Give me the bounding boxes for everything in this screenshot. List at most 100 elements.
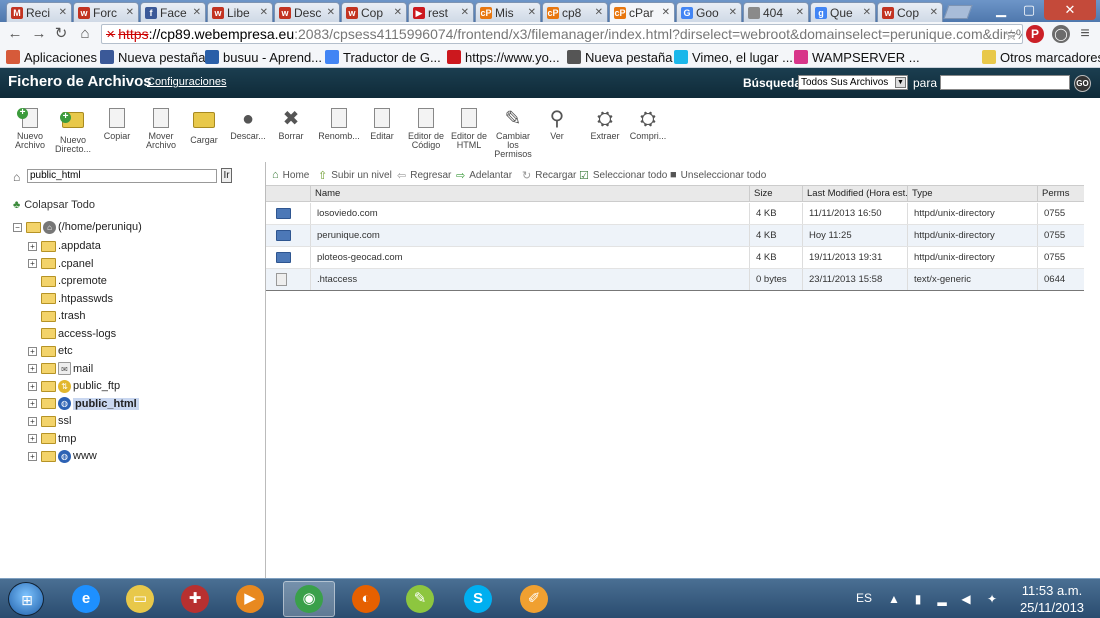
browser-tab[interactable]: cP cp8 ✕ <box>542 2 608 22</box>
toolbar-copy-button[interactable]: Copiar <box>94 108 140 141</box>
toolbar-delete-button[interactable]: ✖ Borrar <box>268 108 314 141</box>
clock-date[interactable]: 25/11/2013 <box>1012 600 1092 615</box>
collapse-all-link[interactable]: ♣ Colapsar Todo <box>13 199 95 211</box>
expand-toggle-icon[interactable]: + <box>28 241 37 251</box>
close-icon[interactable]: ✕ <box>394 7 402 18</box>
tree-node-public-html[interactable]: + ◍ public_html <box>28 396 139 412</box>
security-shield-icon[interactable]: ✦ <box>984 591 1000 607</box>
expand-toggle-icon[interactable]: + <box>28 451 37 461</box>
close-icon[interactable]: ✕ <box>662 7 670 18</box>
expand-toggle-icon[interactable]: + <box>28 381 37 391</box>
show-hidden-icons-icon[interactable]: ▲ <box>886 591 902 607</box>
expand-toggle-icon[interactable]: + <box>28 346 37 356</box>
back-nav-link[interactable]: ⇦ Regresar <box>397 169 451 182</box>
bookmark-item[interactable]: https://www.yo... <box>447 48 560 66</box>
minimize-button[interactable]: ▁ <box>988 0 1014 20</box>
tree-node-ssl[interactable]: + ssl <box>28 413 71 429</box>
expand-toggle-icon[interactable]: + <box>28 364 37 373</box>
browser-tab[interactable]: w Cop ✕ <box>877 2 943 22</box>
browser-tab[interactable]: w Forc ✕ <box>73 2 139 22</box>
taskbar-app[interactable]: ✚ <box>169 581 221 617</box>
new-tab-button[interactable] <box>943 5 973 19</box>
close-icon[interactable]: ✕ <box>59 7 67 18</box>
window-close-button[interactable]: ✕ <box>1044 0 1096 20</box>
bookmark-item[interactable]: Traductor de G... <box>325 48 441 66</box>
browser-tab[interactable]: M Reci ✕ <box>6 2 72 22</box>
close-icon[interactable]: ✕ <box>260 7 268 18</box>
taskbar-app[interactable]: ▶ <box>224 581 276 617</box>
volume-icon[interactable]: ◀ <box>958 591 974 607</box>
column-header-type[interactable]: Type <box>907 186 1037 201</box>
bookmark-item[interactable]: Otros marcadores <box>982 48 1100 66</box>
extension-icon[interactable]: ◯ <box>1052 25 1070 43</box>
column-header-name[interactable]: Name <box>310 186 749 201</box>
address-bar[interactable]: ✕ https ://cp89.webempresa.eu :2083/cpse… <box>101 24 1023 44</box>
table-row[interactable]: perunique.com 4 KB Hoy 11:25 httpd/unix-dir… <box>266 225 1084 247</box>
expand-toggle-icon[interactable]: + <box>28 416 37 426</box>
browser-tab[interactable]: g Que ✕ <box>810 2 876 22</box>
toolbar-html-editor-button[interactable]: Editor de HTML <box>446 108 492 150</box>
taskbar-app[interactable]: e <box>60 581 112 617</box>
toolbar-download-button[interactable]: ● Descar... <box>225 108 271 141</box>
tree-node-tmp[interactable]: + tmp <box>28 431 76 447</box>
search-go-button[interactable]: GO <box>1074 75 1091 92</box>
close-icon[interactable]: ✕ <box>930 7 938 18</box>
search-scope-select[interactable]: Todos Sus Archivos ▼ <box>798 75 908 90</box>
expand-toggle-icon[interactable]: + <box>28 434 37 443</box>
expand-toggle-icon[interactable]: + <box>28 259 37 268</box>
bookmark-star-icon[interactable]: ☆ <box>1005 26 1018 43</box>
close-icon[interactable]: ✕ <box>729 7 737 18</box>
forward-nav-link[interactable]: ⇨ Adelantar <box>456 169 512 182</box>
tree-node-dot-htpasswds[interactable]: .htpasswds <box>28 291 113 307</box>
menu-icon[interactable]: ≡ <box>1076 25 1094 43</box>
reload-nav-link[interactable]: ↻ Recargar <box>522 169 576 182</box>
taskbar-app[interactable]: ◐ <box>340 581 392 617</box>
close-icon[interactable]: ✕ <box>528 7 536 18</box>
toolbar-rename-button[interactable]: Renomb... <box>316 108 362 141</box>
tree-node-dot-cpanel[interactable]: + .cpanel <box>28 256 93 272</box>
toolbar-code-editor-button[interactable]: Editor de Código <box>403 108 449 150</box>
browser-tab[interactable]: f Face ✕ <box>140 2 206 22</box>
close-icon[interactable]: ✕ <box>595 7 603 18</box>
taskbar-app[interactable]: ✐ <box>508 581 560 617</box>
chevron-down-icon[interactable]: ▼ <box>895 77 906 88</box>
settings-link[interactable]: Configuraciones <box>147 76 227 88</box>
unselect-all-link[interactable]: ■ Unseleccionar todo <box>670 169 766 181</box>
table-row[interactable]: ploteos-geocad.com 4 KB 19/11/2013 19:31 ht… <box>266 247 1084 269</box>
close-icon[interactable]: ✕ <box>796 7 804 18</box>
expand-toggle-icon[interactable]: + <box>28 399 37 408</box>
tree-node-mail[interactable]: + ✉ mail <box>28 361 93 377</box>
browser-tab[interactable]: w Cop ✕ <box>341 2 407 22</box>
browser-tab[interactable]: cP cPar ✕ <box>609 2 675 22</box>
tree-node-etc[interactable]: + etc <box>28 343 73 359</box>
taskbar-app[interactable]: ▭ <box>114 581 166 617</box>
toolbar-view-button[interactable]: ⚲ Ver <box>534 108 580 141</box>
browser-tab[interactable]: 404 ✕ <box>743 2 809 22</box>
browser-tab[interactable]: w Desc ✕ <box>274 2 340 22</box>
select-all-link[interactable]: ☑ Seleccionar todo <box>579 169 667 182</box>
forward-arrow-icon[interactable]: → <box>30 26 48 42</box>
collapse-toggle-icon[interactable]: − <box>13 222 22 232</box>
path-input[interactable]: public_html <box>27 169 217 183</box>
column-header-size[interactable]: Size <box>749 186 802 201</box>
close-icon[interactable]: ✕ <box>193 7 201 18</box>
taskbar-app[interactable]: ◉ <box>283 581 335 617</box>
tree-node-access-logs[interactable]: access-logs <box>28 326 116 342</box>
bookmark-item[interactable]: WAMPSERVER ... <box>794 48 920 66</box>
toolbar-new-file-button[interactable]: + Nuevo Archivo <box>7 108 53 150</box>
column-header-perms[interactable]: Perms <box>1037 186 1084 201</box>
close-icon[interactable]: ✕ <box>126 7 134 18</box>
bookmark-item[interactable]: Nueva pestaña <box>100 48 205 66</box>
search-input[interactable] <box>940 75 1070 90</box>
language-indicator[interactable]: ES <box>856 591 872 605</box>
toolbar-upload-button[interactable]: Cargar <box>181 108 227 145</box>
maximize-button[interactable]: ▢ <box>1016 0 1042 20</box>
tree-node-dot-trash[interactable]: .trash <box>28 308 86 324</box>
home-nav-link[interactable]: ⌂ Home <box>272 169 309 181</box>
home-icon[interactable]: ⌂ <box>76 26 94 42</box>
table-row[interactable]: .htaccess 0 bytes 23/11/2013 15:58 text/x-g… <box>266 269 1084 291</box>
clock-time[interactable]: 11:53 a.m. <box>1012 583 1092 598</box>
browser-tab[interactable]: cP Mis ✕ <box>475 2 541 22</box>
toolbar-extract-button[interactable]: ⛭ Extraer <box>582 108 628 141</box>
tree-node-dot-cpremote[interactable]: .cpremote <box>28 273 107 289</box>
